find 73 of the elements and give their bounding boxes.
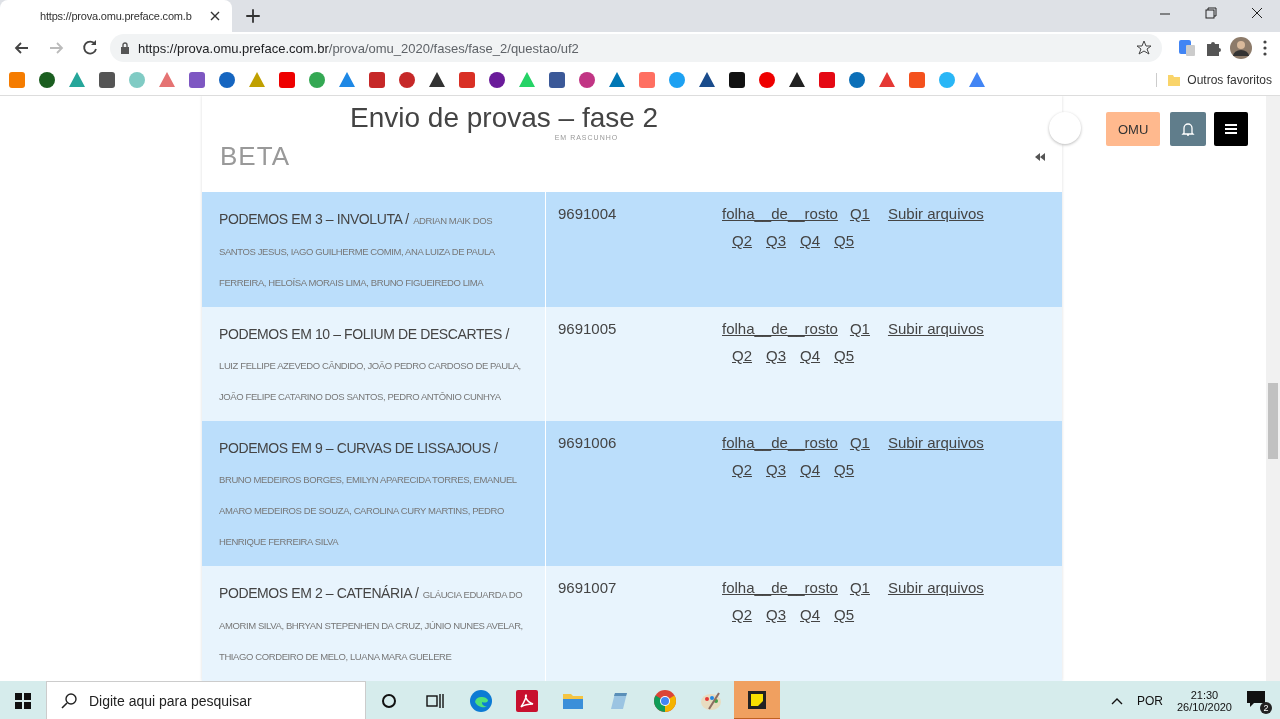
browser-tab[interactable]: https://prova.omu.preface.com.b <box>0 0 232 32</box>
bookmark-icon[interactable] <box>98 70 116 89</box>
code-cell-text: 9691006 <box>557 433 618 453</box>
address-bar[interactable]: https://prova.omu.preface.com.br/prova/omu_2020/fases/fase_2/questao/uf2 <box>110 34 1162 62</box>
windows-icon[interactable] <box>15 692 31 709</box>
file-link[interactable]: Q4 <box>800 346 821 366</box>
file-link[interactable]: Q4 <box>800 460 821 480</box>
file-link[interactable]: Q5 <box>834 346 855 366</box>
bookmark-icon[interactable] <box>788 70 806 89</box>
collapse-icon[interactable] <box>1034 151 1046 162</box>
star-icon[interactable] <box>1136 40 1152 56</box>
menu-icon <box>1225 124 1238 134</box>
file-link[interactable]: Q5 <box>834 605 855 625</box>
file-link[interactable]: folha__de__rosto <box>722 433 838 453</box>
bell-icon <box>1181 121 1196 137</box>
file-link[interactable]: Q2 <box>732 605 752 625</box>
cortana-icon[interactable] <box>381 692 397 709</box>
other-bookmarks[interactable]: Outros favoritos <box>1156 72 1272 87</box>
file-link[interactable]: folha__de__rosto <box>722 578 838 598</box>
avatar-icon[interactable] <box>1230 37 1252 59</box>
clock[interactable]: 21:30 26/10/2020 <box>1176 688 1232 713</box>
file-link[interactable]: Q2 <box>732 231 752 251</box>
edge-icon <box>469 688 493 713</box>
file-link[interactable]: Q3 <box>766 346 787 366</box>
url-text: https://prova.omu.preface.com.br/prova/omu_2020/fases/fase_2/questao/uf2 <box>138 40 580 56</box>
bookmark-icon[interactable] <box>428 70 446 89</box>
file-link[interactable]: Q2 <box>732 460 752 480</box>
file-link[interactable]: Q1 <box>849 433 870 453</box>
file-link[interactable]: Q3 <box>766 231 787 251</box>
translate-icon[interactable] <box>1178 39 1196 57</box>
user-button[interactable]: OMU <box>1106 112 1161 146</box>
file-link[interactable]: Q1 <box>849 319 870 339</box>
page-title: Envio de provas – fase 2 <box>350 102 659 134</box>
pdf-icon <box>515 688 539 713</box>
file-link[interactable]: Subir arquivos <box>887 319 984 339</box>
chrome-icon <box>653 688 677 713</box>
bookmark-icon[interactable] <box>698 70 716 89</box>
file-link[interactable]: Subir arquivos <box>887 433 984 453</box>
file-link[interactable]: Q5 <box>834 231 855 251</box>
bookmark-icon[interactable] <box>488 70 506 89</box>
code-cell-text: 9691004 <box>557 204 618 224</box>
file-link[interactable]: Q1 <box>849 204 870 224</box>
file-link[interactable]: Q1 <box>849 578 870 598</box>
file-link[interactable]: Subir arquivos <box>887 204 984 224</box>
code-cell-text: 9691005 <box>557 319 618 339</box>
lock-icon <box>120 42 130 54</box>
file-link[interactable]: Subir arquivos <box>887 578 984 598</box>
task-view-icon[interactable] <box>426 692 444 709</box>
file-link[interactable]: Q3 <box>766 460 787 480</box>
scrollbar[interactable] <box>1266 96 1280 681</box>
file-link[interactable]: folha__de__rosto <box>722 319 838 339</box>
file-link[interactable]: Q4 <box>800 231 821 251</box>
search-icon <box>61 692 77 709</box>
close-icon[interactable] <box>210 11 220 21</box>
taskbar-search[interactable]: Digite aqui para pesquisar <box>46 681 366 719</box>
code-cell-text: 9691007 <box>557 578 618 598</box>
file-link[interactable]: Q3 <box>766 605 787 625</box>
bookmark-icon[interactable] <box>38 70 56 89</box>
section-heading: BETA <box>220 141 290 172</box>
file-link[interactable]: folha__de__rosto <box>722 204 838 224</box>
language-indicator[interactable]: POR <box>1136 693 1163 708</box>
notifications-button[interactable] <box>1170 112 1207 146</box>
toggle-circle[interactable] <box>1049 112 1081 144</box>
new-tab-icon[interactable] <box>244 7 262 25</box>
file-link[interactable]: Q4 <box>800 605 821 625</box>
taskbar-app[interactable] <box>734 681 780 719</box>
bookmark-icon[interactable] <box>548 70 566 89</box>
bookmark-icon[interactable] <box>728 70 746 89</box>
file-link[interactable]: Q2 <box>732 346 752 366</box>
chevron-up-icon[interactable] <box>1110 696 1123 705</box>
file-link[interactable]: Q5 <box>834 460 855 480</box>
folder-icon <box>1167 72 1182 87</box>
menu-button[interactable] <box>1214 112 1249 146</box>
